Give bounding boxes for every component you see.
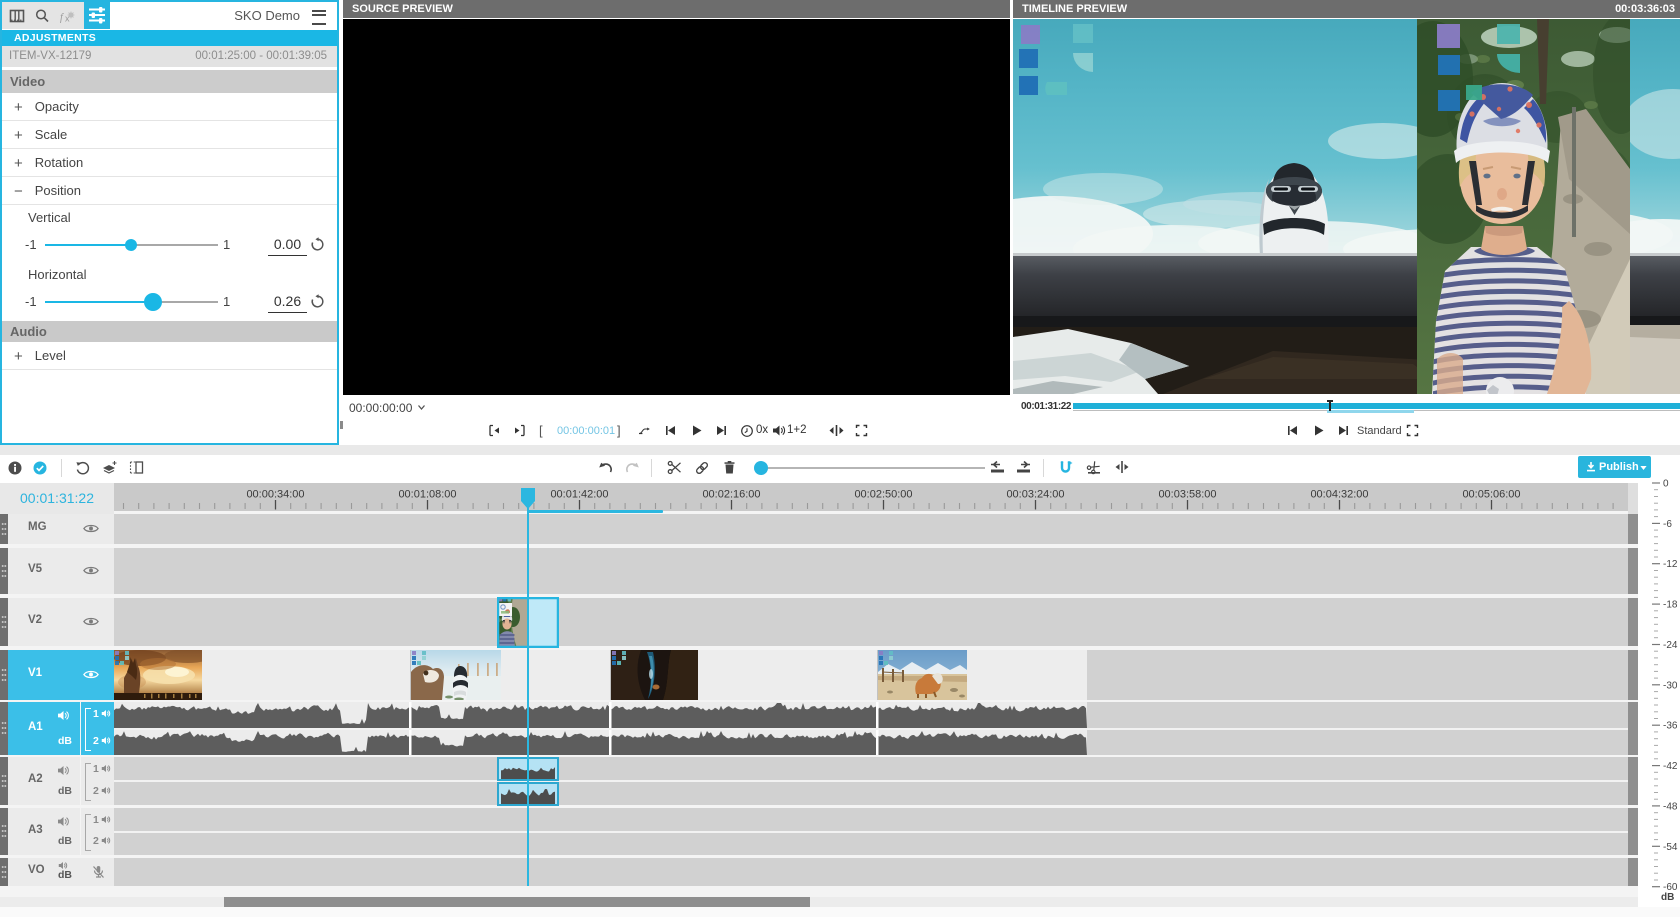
svg-text:00:01:42:00: 00:01:42:00 [550,489,608,501]
svg-text:-24: -24 [1663,640,1678,651]
svg-text:00:02:50:00: 00:02:50:00 [854,489,912,501]
svg-text:-18: -18 [1663,600,1678,611]
svg-text:00:04:32:00: 00:04:32:00 [1310,489,1368,501]
svg-text:-30: -30 [1663,680,1678,691]
svg-text:00:03:58:00: 00:03:58:00 [1158,489,1216,501]
svg-text:f: f [60,13,64,24]
svg-text:00:02:16:00: 00:02:16:00 [702,489,760,501]
svg-text:-12: -12 [1663,559,1678,570]
svg-text:-54: -54 [1663,842,1678,853]
svg-text:00:05:06:00: 00:05:06:00 [1462,489,1520,501]
svg-text:-36: -36 [1663,721,1678,732]
svg-text:00:01:08:00: 00:01:08:00 [398,489,456,501]
svg-text:00:00:34:00: 00:00:34:00 [246,489,304,501]
svg-text:-48: -48 [1663,801,1678,812]
svg-text:-6: -6 [1663,519,1672,530]
svg-text:dB: dB [1661,892,1674,903]
svg-text:00:03:24:00: 00:03:24:00 [1006,489,1064,501]
svg-text:0: 0 [1663,479,1669,490]
svg-text:-42: -42 [1663,761,1678,772]
